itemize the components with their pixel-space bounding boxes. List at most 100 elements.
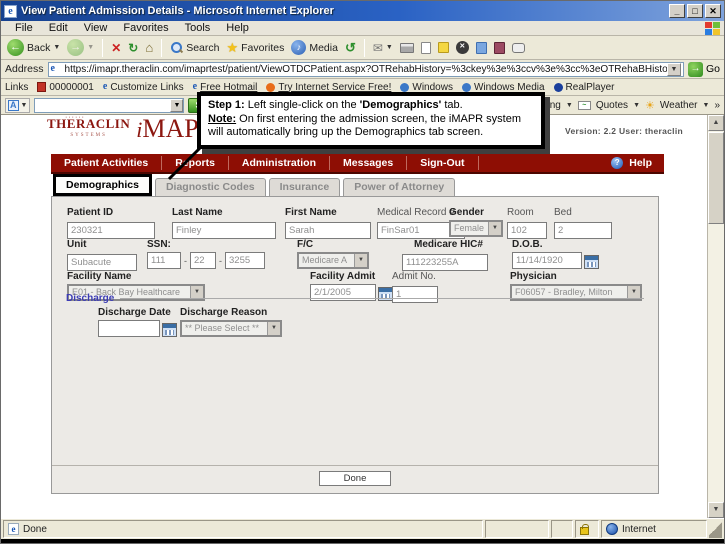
calendar-icon[interactable] (584, 255, 599, 269)
calendar-icon[interactable] (162, 323, 177, 337)
address-input[interactable] (65, 64, 667, 75)
edit-button[interactable] (419, 42, 433, 54)
room-input[interactable] (507, 222, 547, 239)
forward-button[interactable]: → ▼ (65, 39, 96, 56)
gender-label: Gender (449, 207, 503, 218)
tab-diagnostic-codes[interactable]: Diagnostic Codes (155, 178, 266, 196)
history-button[interactable]: ↺ (343, 40, 358, 56)
search-button[interactable]: Search (168, 41, 221, 54)
theraclin-imapr-logo: ······ THERACLINSYSTEMS iMAPR (47, 117, 216, 142)
ie-document-icon: e (4, 5, 17, 18)
go-button[interactable]: → Go (688, 62, 720, 77)
back-icon: ← (7, 39, 24, 56)
link-item[interactable]: RealPlayer (554, 82, 615, 93)
scrollbar-track[interactable] (708, 224, 724, 502)
tool-maroon-button[interactable] (492, 42, 507, 54)
ssn-part1-input[interactable] (147, 252, 181, 269)
link-item[interactable]: Try Internet Service Free! (266, 82, 391, 93)
instruction-callout: Step 1: Left single-click on the 'Demogr… (197, 92, 545, 149)
discharge-date-field: Discharge Date (98, 307, 177, 337)
patient-id-input[interactable] (67, 222, 155, 239)
discuss-button[interactable] (510, 43, 527, 53)
nav-messages[interactable]: Messages (330, 156, 407, 170)
nav-reports[interactable]: Reports (162, 156, 229, 170)
tab-demographics[interactable]: Demographics (53, 174, 152, 196)
favorites-button[interactable]: ★ Favorites (224, 40, 286, 56)
refresh-button[interactable]: ↻ (126, 41, 140, 55)
ssn-part2-input[interactable] (190, 252, 216, 269)
unit-input[interactable] (67, 254, 137, 271)
gender-select[interactable]: Female▼ (449, 220, 503, 237)
link-item[interactable]: 00000001 (37, 82, 94, 93)
menu-file[interactable]: File (7, 22, 41, 34)
quotes-icon: ~ (578, 101, 591, 110)
quotes-item[interactable]: Quotes (596, 100, 628, 111)
close-button[interactable]: ✕ (705, 4, 721, 18)
resize-grip[interactable] (709, 520, 722, 538)
toolbar-overflow[interactable]: » (714, 100, 720, 111)
mail-button[interactable]: ✉ ▼ (371, 41, 395, 55)
last-name-field: Last Name (172, 207, 276, 239)
tab-strip: Demographics Diagnostic Codes Insurance … (51, 174, 664, 196)
discharge-divider (120, 298, 644, 299)
link-item[interactable]: Windows (400, 82, 453, 93)
favorites-label: Favorites (241, 42, 284, 54)
weather-item[interactable]: Weather (660, 100, 698, 111)
back-button[interactable]: ← Back ▼ (5, 39, 62, 56)
link-item[interactable]: eCustomize Links (103, 82, 184, 93)
media-button[interactable]: ♪ Media (289, 40, 340, 55)
bed-input[interactable] (554, 222, 612, 239)
nav-patient-activities[interactable]: Patient Activities (51, 156, 162, 170)
footer-divider (52, 465, 658, 466)
menu-help[interactable]: Help (218, 22, 257, 34)
link-item[interactable]: Windows Media (462, 82, 545, 93)
status-bar: e Done Internet (1, 518, 724, 539)
last-name-input[interactable] (172, 222, 276, 239)
discharge-date-input[interactable] (98, 320, 160, 337)
maximize-button[interactable]: □ (687, 4, 703, 18)
nav-sign-out[interactable]: Sign-Out (407, 156, 478, 170)
block-button[interactable]: ✕ (454, 41, 471, 54)
menu-tools[interactable]: Tools (177, 22, 219, 34)
fc-select[interactable]: Medicare A▼ (297, 252, 369, 269)
ssn-dash: - (184, 256, 187, 266)
chevron-down-icon: ▼ (354, 254, 367, 267)
nav-administration[interactable]: Administration (229, 156, 330, 170)
companion-dropdown-icon[interactable]: ▼ (170, 99, 183, 112)
done-button[interactable]: Done (319, 471, 391, 486)
tool-blue-button[interactable] (474, 42, 489, 54)
scroll-up-icon[interactable]: ▲ (708, 115, 724, 131)
physician-label: Physician (510, 271, 642, 282)
print-button[interactable] (398, 43, 416, 53)
menu-view[interactable]: View (76, 22, 116, 34)
discharge-section-header: Discharge (66, 293, 644, 304)
medicare-hic-input[interactable] (402, 254, 488, 271)
unit-label: Unit (67, 239, 137, 250)
dob-input[interactable] (512, 252, 582, 269)
discharge-reason-select[interactable]: ** Please Select **▼ (180, 320, 282, 337)
scrollbar-thumb[interactable] (708, 132, 724, 224)
minimize-button[interactable]: _ (669, 4, 685, 18)
address-dropdown-icon[interactable]: ▼ (667, 63, 681, 76)
ssn-part3-input[interactable] (225, 252, 265, 269)
home-button[interactable]: ⌂ (143, 40, 155, 55)
scroll-down-icon[interactable]: ▼ (708, 502, 724, 518)
nav-help[interactable]: ? Help (611, 157, 664, 169)
messenger-button[interactable] (436, 42, 451, 53)
mail-dropdown-icon: ▼ (386, 44, 393, 51)
first-name-input[interactable] (285, 222, 371, 239)
service-icon (266, 83, 275, 92)
tab-insurance[interactable]: Insurance (269, 178, 341, 196)
menu-favorites[interactable]: Favorites (115, 22, 176, 34)
back-dropdown-icon[interactable]: ▼ (53, 44, 60, 51)
tab-power-of-attorney[interactable]: Power of Attorney (343, 178, 455, 196)
stop-button[interactable]: ✕ (109, 41, 123, 55)
go-arrow-icon: → (688, 62, 703, 77)
companion-search-input[interactable]: ▼ (34, 98, 184, 113)
menu-edit[interactable]: Edit (41, 22, 76, 34)
companion-menu-button[interactable]: A▼ (5, 98, 30, 113)
link-item[interactable]: eFree Hotmail (193, 82, 258, 93)
unit-field: Unit (67, 239, 137, 271)
page-icon: e (51, 64, 62, 75)
vertical-scrollbar[interactable]: ▲ ▼ (707, 115, 724, 518)
